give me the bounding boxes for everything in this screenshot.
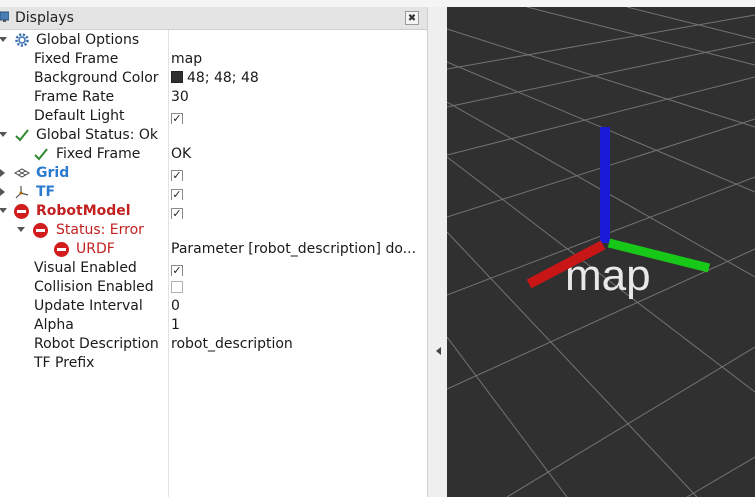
collision-enabled-checkbox[interactable] bbox=[171, 281, 183, 293]
tree-row-fixed-frame[interactable]: Fixed Frame map bbox=[0, 50, 427, 69]
tree-row-background-color[interactable]: Background Color 48; 48; 48 bbox=[0, 69, 427, 88]
check-icon bbox=[34, 148, 48, 161]
alpha-value[interactable]: 1 bbox=[171, 317, 421, 333]
panel-title: Displays bbox=[15, 10, 74, 26]
column-divider bbox=[168, 30, 169, 497]
tree-row-status-fixed-frame[interactable]: Fixed Frame OK bbox=[0, 145, 427, 164]
tree-label: RobotModel bbox=[36, 203, 131, 219]
tree-label: Global Status: Ok bbox=[36, 127, 159, 143]
tree-row-tf[interactable]: TF ✓ bbox=[0, 183, 427, 202]
stop-icon bbox=[14, 204, 29, 219]
grid-checkbox[interactable]: ✓ bbox=[171, 170, 183, 181]
tf-axes-icon bbox=[15, 186, 29, 199]
expand-arrow-icon[interactable] bbox=[0, 169, 5, 177]
background-color-value[interactable]: 48; 48; 48 bbox=[171, 70, 421, 86]
color-swatch[interactable] bbox=[171, 71, 183, 83]
tree-label: Status: Error bbox=[56, 222, 144, 238]
panel-splitter[interactable] bbox=[427, 7, 447, 497]
gear-icon bbox=[15, 33, 29, 47]
fixed-frame-value[interactable]: map bbox=[171, 51, 421, 67]
stop-icon bbox=[33, 223, 48, 238]
tree-label: Background Color bbox=[34, 70, 159, 86]
tree-label: TF bbox=[36, 184, 56, 200]
expand-arrow-icon[interactable] bbox=[0, 208, 7, 213]
tree-label: Frame Rate bbox=[34, 89, 115, 105]
stop-icon bbox=[54, 242, 69, 257]
urdf-status-text: Parameter [robot_description] do... bbox=[171, 241, 417, 257]
expand-arrow-icon[interactable] bbox=[0, 37, 7, 42]
tree-row-grid[interactable]: Grid ✓ bbox=[0, 164, 427, 183]
tree-label: Grid bbox=[36, 165, 70, 181]
tree-label: Update Interval bbox=[34, 298, 143, 314]
display-tree: Global Options Fixed Frame map Backgroun… bbox=[0, 30, 427, 497]
tree-row-status-error[interactable]: Status: Error bbox=[0, 221, 427, 240]
robot-model-checkbox[interactable]: ✓ bbox=[171, 208, 183, 219]
default-light-checkbox[interactable]: ✓ bbox=[171, 113, 183, 124]
tree-label: Collision Enabled bbox=[34, 279, 154, 295]
tree-label: Fixed Frame bbox=[34, 51, 119, 67]
tree-row-urdf[interactable]: URDF Parameter [robot_description] do... bbox=[0, 240, 427, 259]
expand-arrow-icon[interactable] bbox=[0, 132, 7, 137]
robot-description-value[interactable]: robot_description bbox=[171, 336, 421, 352]
displays-panel-header: Displays ✖ bbox=[0, 7, 427, 30]
tree-row-collision-enabled[interactable]: Collision Enabled bbox=[0, 278, 427, 297]
expand-arrow-icon[interactable] bbox=[0, 188, 5, 196]
frame-rate-value[interactable]: 30 bbox=[171, 89, 421, 105]
expand-arrow-icon[interactable] bbox=[17, 227, 25, 232]
update-interval-value[interactable]: 0 bbox=[171, 298, 421, 314]
status-value: OK bbox=[171, 146, 192, 162]
close-button[interactable]: ✖ bbox=[405, 11, 419, 25]
3d-viewport[interactable]: map bbox=[447, 7, 755, 497]
monitor-icon bbox=[0, 11, 9, 22]
tree-row-frame-rate[interactable]: Frame Rate 30 bbox=[0, 88, 427, 107]
tree-row-default-light[interactable]: Default Light ✓ bbox=[0, 107, 427, 126]
check-icon bbox=[15, 129, 29, 142]
tree-row-global-status[interactable]: Global Status: Ok bbox=[0, 126, 427, 145]
tree-row-alpha[interactable]: Alpha 1 bbox=[0, 316, 427, 335]
tree-row-tf-prefix[interactable]: TF Prefix bbox=[0, 354, 427, 373]
tree-label: Alpha bbox=[34, 317, 74, 333]
visual-enabled-checkbox[interactable]: ✓ bbox=[171, 265, 183, 276]
tree-label: Fixed Frame bbox=[56, 146, 141, 162]
tree-label: TF Prefix bbox=[34, 355, 95, 371]
tree-row-global-options[interactable]: Global Options bbox=[0, 31, 427, 50]
displays-panel: Displays ✖ Global Options Fixed Frame ma… bbox=[0, 7, 427, 497]
tree-label: URDF bbox=[76, 241, 115, 257]
tf-checkbox[interactable]: ✓ bbox=[171, 189, 183, 200]
tree-label: Robot Description bbox=[34, 336, 159, 352]
background-color-text: 48; 48; 48 bbox=[187, 70, 259, 86]
tree-row-visual-enabled[interactable]: Visual Enabled ✓ bbox=[0, 259, 427, 278]
tree-row-robot-description[interactable]: Robot Description robot_description bbox=[0, 335, 427, 354]
tree-label: Global Options bbox=[36, 32, 140, 48]
grid-icon bbox=[14, 168, 30, 178]
3d-scene[interactable]: map bbox=[447, 7, 755, 497]
tree-label: Default Light bbox=[34, 108, 125, 124]
tree-row-robot-model[interactable]: RobotModel ✓ bbox=[0, 202, 427, 221]
tree-label: Visual Enabled bbox=[34, 260, 137, 276]
collapse-arrow-icon[interactable] bbox=[436, 347, 441, 355]
tree-row-update-interval[interactable]: Update Interval 0 bbox=[0, 297, 427, 316]
